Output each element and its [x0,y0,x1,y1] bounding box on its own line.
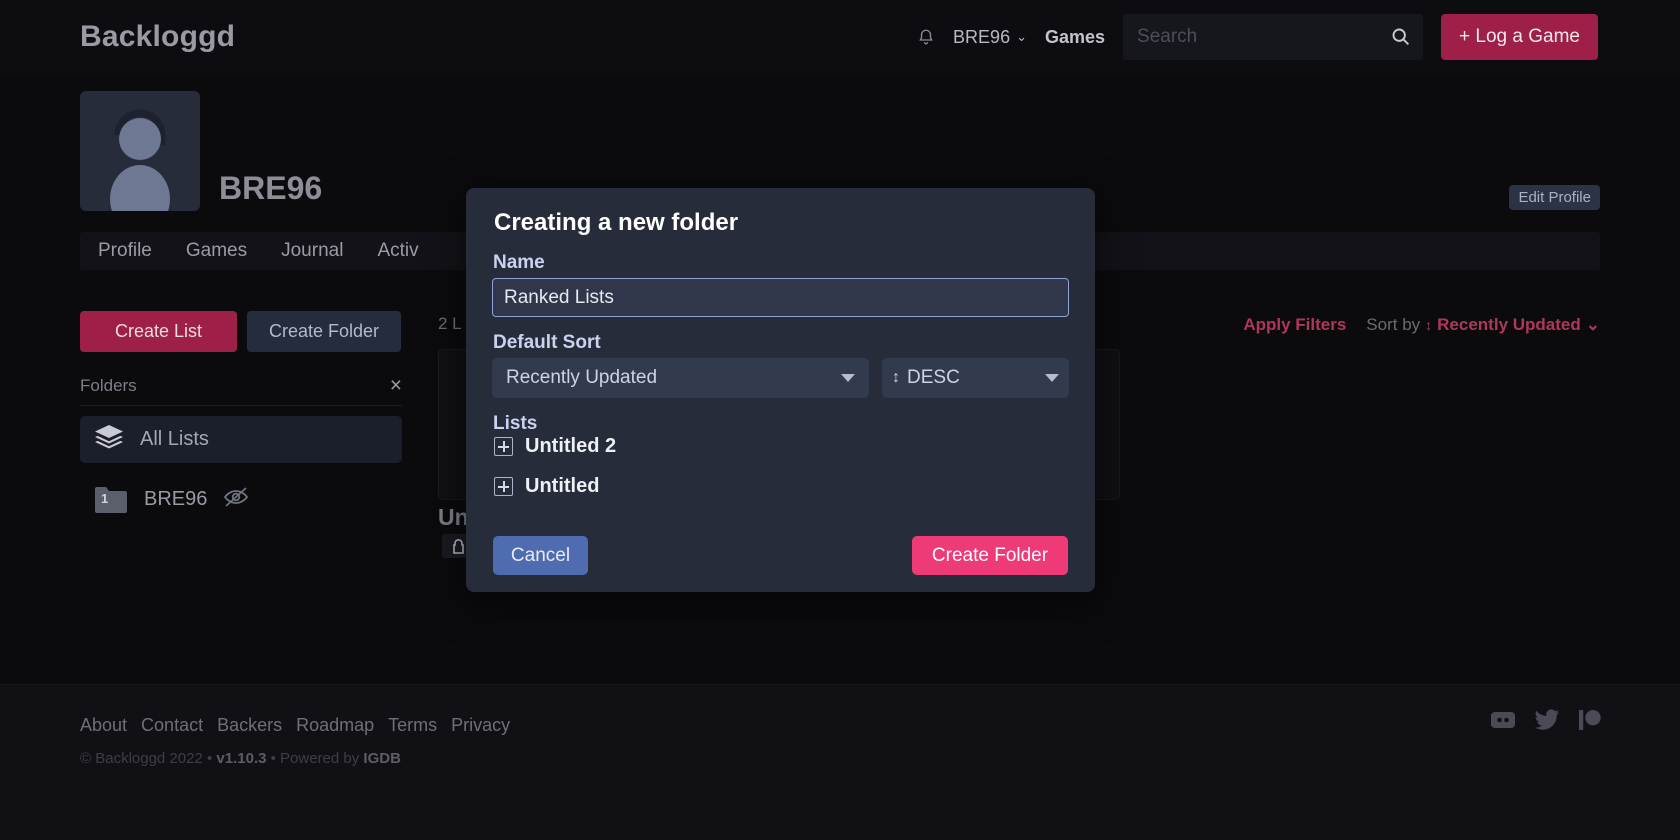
create-folder-submit-button[interactable]: Create Folder [912,536,1068,575]
cancel-button[interactable]: Cancel [493,536,588,575]
lists-section-label: Lists [493,413,538,434]
create-folder-button[interactable]: Create Folder [247,311,401,352]
folders-label: Folders [80,375,137,395]
modal-title: Creating a new folder [494,209,739,236]
apply-filters-button[interactable]: Apply Filters [1243,315,1346,335]
bell-icon[interactable] [917,27,935,47]
create-folder-modal: Creating a new folder Name Default Sort … [466,188,1095,592]
footer-links: About Contact Backers Roadmap Terms Priv… [80,715,510,736]
chevron-down-icon: ⌄ [1585,315,1600,334]
filters-row: Apply Filters Sort by ↕ Recently Updated… [1243,315,1600,335]
search-box[interactable] [1123,14,1424,60]
default-sort-label: Default Sort [493,332,601,353]
name-field-label: Name [493,252,545,273]
default-sort-value: Recently Updated [506,367,658,388]
list-actions: Create List Create Folder [80,311,401,352]
sort-direction-icon[interactable]: ↕ [1425,317,1432,333]
sort-value: Recently Updated [1437,315,1581,334]
folder-icon: 1 [94,486,128,513]
search-input[interactable] [1123,14,1424,60]
social-links [1490,709,1602,736]
folder-count-badge: 1 [101,491,109,506]
tab-activity[interactable]: Activ [377,240,418,262]
twitter-icon[interactable] [1534,709,1560,736]
discord-icon[interactable] [1490,710,1516,735]
create-list-button[interactable]: Create List [80,311,237,352]
layers-icon [94,424,124,455]
chevron-down-icon [841,374,855,382]
plus-square-icon[interactable] [494,477,513,496]
nav-username[interactable]: BRE96 ⌄ [953,27,1027,48]
sidebar-item-bre96[interactable]: 1 BRE96 [80,476,402,523]
footer-link-terms[interactable]: Terms [388,715,437,736]
profile-username: BRE96 [219,170,323,206]
top-navigation-bar: Backloggd BRE96 ⌄ Games Search + Log a G… [0,0,1680,74]
footer-link-roadmap[interactable]: Roadmap [296,715,374,736]
sort-by-label: Sort by [1366,315,1421,334]
copyright-prefix: © Backloggd 2022 • [80,750,217,767]
chevron-down-icon: ⌄ [1016,29,1027,44]
list-item-label: Untitled 2 [525,435,617,457]
default-sort-select[interactable]: Recently Updated [492,358,869,398]
footer-link-backers[interactable]: Backers [217,715,282,736]
copyright-middle: • Powered by [266,750,364,767]
list-card-title: Un [438,504,469,530]
list-item-label: Untitled [525,475,600,497]
patreon-icon[interactable] [1578,709,1602,736]
list-count-label: 2 L [438,314,462,333]
brand-logo[interactable]: Backloggd [80,20,235,54]
sidebar-item-all-lists[interactable]: All Lists [80,416,402,463]
list-item[interactable]: Untitled 2 [494,435,616,458]
eye-off-icon[interactable] [223,486,249,513]
sort-by-control[interactable]: Sort by ↕ Recently Updated ⌄ [1366,315,1600,335]
default-avatar-icon [110,109,170,211]
sidebar-item-label: BRE96 [144,488,208,510]
footer-link-about[interactable]: About [80,715,127,736]
nav-right-group: BRE96 ⌄ Games + Log a Game [917,14,1598,60]
nav-username-label: BRE96 [953,26,1011,47]
tab-games[interactable]: Games [186,240,247,262]
tab-profile[interactable]: Profile [98,240,152,262]
igdb-credit: IGDB [363,750,401,767]
avatar[interactable] [80,91,200,211]
sidebar-item-label: All Lists [140,428,209,450]
footer-link-contact[interactable]: Contact [141,715,203,736]
version-number: v1.10.3 [216,750,267,767]
plus-square-icon[interactable] [494,437,513,456]
chevron-down-icon [1045,374,1059,382]
app-root: Backloggd BRE96 ⌄ Games Search + Log a G… [0,0,1680,840]
close-icon[interactable]: × [390,375,402,396]
footer: About Contact Backers Roadmap Terms Priv… [0,684,1680,840]
list-item[interactable]: Untitled [494,475,599,498]
copyright-line: © Backloggd 2022 • v1.10.3 • Powered by … [80,750,401,767]
sort-direction-value: DESC [907,367,960,388]
log-a-game-button[interactable]: + Log a Game [1441,14,1598,60]
sort-direction-select[interactable]: ↕ DESC [882,358,1069,398]
footer-link-privacy[interactable]: Privacy [451,715,510,736]
lock-icon [452,538,464,554]
edit-profile-button[interactable]: Edit Profile [1509,185,1600,210]
nav-games-link[interactable]: Games [1045,27,1105,48]
folder-name-input[interactable] [492,278,1069,317]
sort-direction-icon: ↕ [892,369,900,386]
tab-journal[interactable]: Journal [281,240,343,262]
folders-section-header: Folders × [80,375,402,406]
